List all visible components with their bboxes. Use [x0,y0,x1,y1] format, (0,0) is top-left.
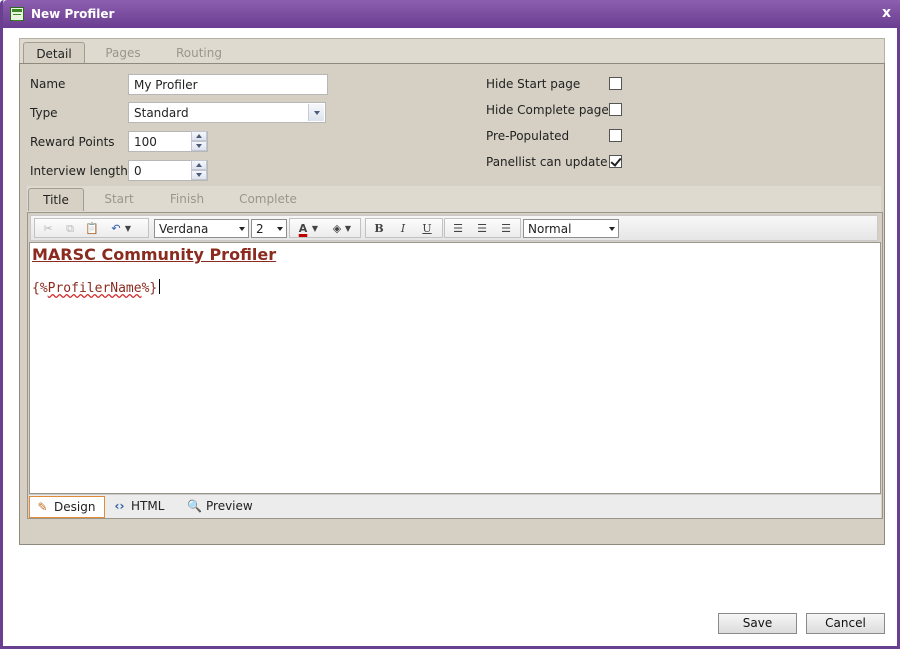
close-icon[interactable]: x [882,5,891,21]
interview-length-spinner [191,160,207,181]
type-label: Type [30,106,58,120]
chevron-down-icon [277,227,283,231]
mode-preview[interactable]: 🔍 Preview [182,496,262,518]
spin-up-icon[interactable] [191,160,207,170]
hide-complete-page-checkbox[interactable] [609,103,622,116]
italic-icon[interactable]: I [394,220,412,237]
editor-content-area[interactable]: MARSC Community Profiler {%ProfilerName%… [29,242,881,494]
font-color-dropdown-icon[interactable]: ▼ [310,220,320,237]
clipboard-group: ✂ ⧉ 📋 ↶ ▼ [34,218,149,238]
reward-points-label: Reward Points [30,135,115,149]
placeholder-close: %} [141,281,158,296]
highlight-dropdown-icon[interactable]: ▼ [343,220,353,237]
content-placeholder: {%ProfilerName%} [32,279,161,296]
copy-icon[interactable]: ⧉ [61,220,79,237]
font-size-select[interactable]: 2 [251,219,287,238]
rich-text-editor: ✂ ⧉ 📋 ↶ ▼ Verdana 2 A ▼ ◈ ▼ B I U ☰ ☰ ☰ … [27,212,883,519]
font-family-select[interactable]: Verdana [154,219,249,238]
name-label: Name [30,77,66,91]
reward-points-spinner [191,131,207,152]
paste-icon[interactable]: 📋 [83,220,101,237]
inner-tab-strip: Title Start Finish Complete [27,186,881,212]
text-caret [159,279,161,294]
cut-icon[interactable]: ✂ [39,220,57,237]
mode-html[interactable]: ‹› HTML [107,496,175,518]
panellist-can-update-label: Panellist can update [486,155,608,169]
color-group: A ▼ ◈ ▼ [289,218,361,238]
spin-down-icon[interactable] [191,170,207,180]
undo-dropdown-icon[interactable]: ▼ [123,220,133,237]
underline-icon[interactable]: U [418,220,436,237]
align-right-icon[interactable]: ☰ [497,220,515,237]
title-bar: New Profiler x [3,0,900,28]
content-heading: MARSC Community Profiler [32,245,277,264]
mode-html-label: HTML [131,499,165,513]
interview-length-label: Interview length [30,164,128,178]
mode-design[interactable]: ✎ Design [29,496,105,518]
mode-design-label: Design [54,500,96,514]
code-icon: ‹› [114,499,125,513]
font-family-value: Verdana [159,222,209,236]
panellist-can-update-checkbox[interactable] [609,155,622,168]
tab-title[interactable]: Title [28,188,84,211]
align-center-icon[interactable]: ☰ [473,220,491,237]
tab-pages[interactable]: Pages [92,42,154,65]
chevron-down-icon [609,227,615,231]
type-select-value: Standard [134,106,189,120]
bold-icon[interactable]: B [370,220,388,237]
magnifier-icon: 🔍 [187,499,202,513]
chevron-down-icon [239,227,245,231]
interview-length-stepper[interactable]: 0 [128,160,208,181]
font-size-value: 2 [256,222,264,236]
tab-complete[interactable]: Complete [233,188,303,211]
outer-tab-strip: Detail Pages Routing [19,38,885,65]
spin-down-icon[interactable] [191,141,207,151]
save-button[interactable]: Save [718,613,797,634]
cancel-button[interactable]: Cancel [806,613,885,634]
text-style-group: B I U [365,218,443,238]
spin-up-icon[interactable] [191,131,207,141]
chevron-down-icon[interactable] [308,104,324,121]
tab-start[interactable]: Start [93,188,145,211]
alignment-group: ☰ ☰ ☰ [444,218,521,238]
name-input[interactable]: My Profiler [128,74,328,95]
placeholder-open: {% [32,281,48,296]
type-select[interactable]: Standard [128,102,326,123]
tab-routing[interactable]: Routing [166,42,232,65]
tab-finish[interactable]: Finish [159,188,215,211]
new-profiler-dialog: New Profiler x Detail Pages Routing Name… [0,0,900,649]
editor-mode-bar: ✎ Design ‹› HTML 🔍 Preview [29,494,881,518]
hide-complete-page-label: Hide Complete page [486,103,609,117]
pre-populated-label: Pre-Populated [486,129,570,143]
editor-toolbar: ✂ ⧉ 📋 ↶ ▼ Verdana 2 A ▼ ◈ ▼ B I U ☰ ☰ ☰ … [30,215,878,241]
placeholder-name: ProfilerName [47,281,142,296]
window-title: New Profiler [31,7,115,21]
paragraph-format-value: Normal [528,222,572,236]
pencil-icon: ✎ [37,500,48,514]
mode-preview-label: Preview [206,499,253,513]
window-icon [10,7,24,21]
align-left-icon[interactable]: ☰ [449,220,467,237]
reward-points-stepper[interactable]: 100 [128,131,208,152]
pre-populated-checkbox[interactable] [609,129,622,142]
interview-length-value: 0 [134,164,142,178]
tab-detail[interactable]: Detail [23,42,85,65]
reward-points-value: 100 [134,135,157,149]
paragraph-format-select[interactable]: Normal [523,219,619,238]
hide-start-page-checkbox[interactable] [609,77,622,90]
hide-start-page-label: Hide Start page [486,77,581,91]
